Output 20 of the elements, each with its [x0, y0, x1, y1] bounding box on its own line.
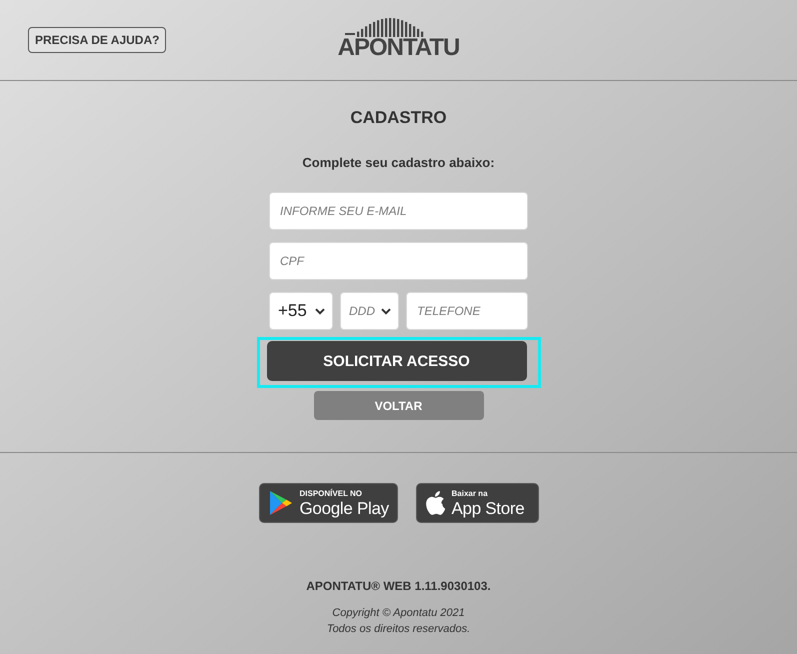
form-instruction: Complete seu cadastro abaixo: — [302, 154, 495, 172]
chevron-down-icon — [315, 308, 325, 314]
phone-field[interactable]: TELEFONE — [406, 292, 528, 330]
ddd-select[interactable]: DDD — [340, 292, 399, 330]
cpf-field[interactable]: CPF — [269, 242, 528, 280]
logo-text: APONTATU — [338, 37, 460, 59]
country-code-select[interactable]: +55 — [269, 292, 333, 330]
solicitar-acesso-button[interactable]: SOLICITAR ACESSO — [266, 341, 526, 381]
chevron-down-icon — [381, 308, 391, 314]
apple-icon — [426, 491, 444, 515]
version-text: APONTATU® WEB 1.11.9030103. — [306, 578, 491, 594]
copyright-text: Todos os direitos reservados. — [326, 622, 470, 637]
google-play-badge[interactable]: DISPONÍVEL NO Google Play — [258, 483, 398, 523]
voltar-button[interactable]: VOLTAR — [314, 391, 484, 420]
page-title: CADASTRO — [350, 107, 447, 129]
email-field[interactable]: INFORME SEU E-MAIL — [269, 192, 528, 230]
app-store-badge[interactable]: Baixar na App Store — [416, 483, 538, 523]
copyright-text: Copyright © Apontatu 2021 — [332, 606, 465, 621]
play-icon — [268, 490, 292, 516]
help-button[interactable]: PRECISA DE AJUDA? — [28, 27, 166, 53]
